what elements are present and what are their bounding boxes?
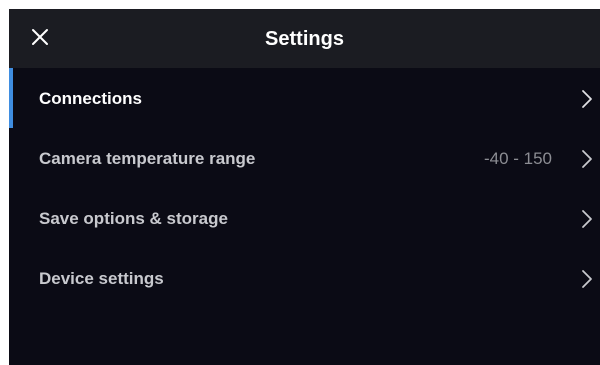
chevron-right-icon xyxy=(581,209,593,229)
header-bar: Settings xyxy=(9,9,600,68)
menu-item-save-options-storage[interactable]: Save options & storage xyxy=(9,188,600,248)
temperature-range-value: -40 - 150 xyxy=(483,149,552,168)
chevron-right-icon xyxy=(581,149,593,169)
chevron-right-icon xyxy=(581,269,593,289)
selection-indicator xyxy=(9,68,13,128)
menu-item-connections[interactable]: Connections xyxy=(9,68,600,128)
menu-item-label: Save options & storage xyxy=(39,209,228,228)
page-title: Settings xyxy=(265,28,344,50)
menu-item-label: Camera temperature range xyxy=(39,149,256,168)
menu-item-label: Device settings xyxy=(39,269,164,288)
settings-screen: Settings Connections Camera temperature … xyxy=(9,9,600,365)
menu-item-label: Connections xyxy=(39,89,142,108)
settings-menu: Connections Camera temperature range -40… xyxy=(9,68,600,308)
menu-item-camera-temperature-range[interactable]: Camera temperature range -40 - 150 xyxy=(9,128,600,188)
chevron-right-icon xyxy=(581,89,593,109)
menu-item-device-settings[interactable]: Device settings xyxy=(9,248,600,308)
